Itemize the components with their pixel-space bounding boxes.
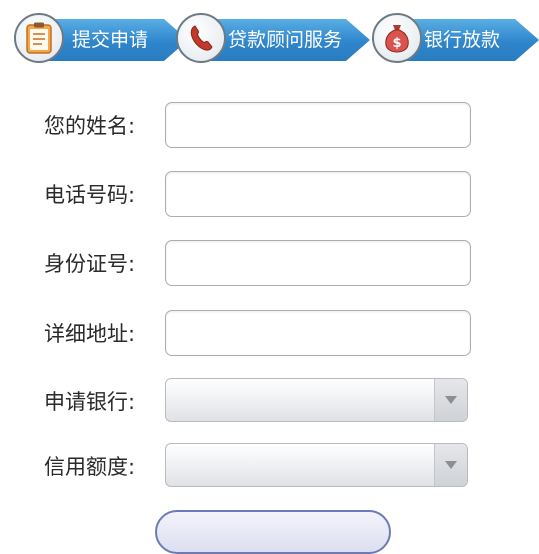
step-bank-disbursement: 银行放款 $ xyxy=(372,11,539,69)
form-row-bank: 申请银行: xyxy=(0,378,539,426)
bank-select[interactable] xyxy=(165,378,468,422)
form-row-credit-limit: 信用额度: xyxy=(0,443,539,491)
form-row-id-number: 身份证号: xyxy=(0,240,539,288)
money-bag-icon: $ xyxy=(372,13,422,63)
credit-limit-select[interactable] xyxy=(165,443,468,487)
bank-label: 申请银行: xyxy=(44,390,136,414)
form-row-phone: 电话号码: xyxy=(0,171,539,219)
step-loan-advisor: 贷款顾问服务 xyxy=(176,11,370,69)
name-input[interactable] xyxy=(165,102,471,148)
chevron-down-icon[interactable] xyxy=(434,444,467,486)
phone-label: 电话号码: xyxy=(44,183,136,207)
phone-icon xyxy=(176,13,226,63)
name-label: 您的姓名: xyxy=(44,114,136,138)
chevron-down-icon[interactable] xyxy=(434,379,467,421)
step-label: 贷款顾问服务 xyxy=(228,29,343,51)
step-label: 银行放款 xyxy=(424,29,501,51)
address-input[interactable] xyxy=(165,310,471,356)
step-label: 提交申请 xyxy=(72,29,149,51)
address-label: 详细地址: xyxy=(44,322,136,346)
clipboard-icon xyxy=(14,13,64,63)
id-number-input[interactable] xyxy=(165,240,471,286)
progress-steps: 提交申请 贷款顾问服务 银行放款 $ xyxy=(0,0,539,80)
phone-input[interactable] xyxy=(165,171,471,217)
form-row-name: 您的姓名: xyxy=(0,102,539,150)
step-submit-application: 提交申请 xyxy=(14,11,190,69)
credit-limit-label: 信用额度: xyxy=(44,455,136,479)
svg-text:$: $ xyxy=(392,36,401,51)
form-row-address: 详细地址: xyxy=(0,310,539,358)
submit-button[interactable] xyxy=(155,510,391,554)
id-number-label: 身份证号: xyxy=(44,252,136,276)
